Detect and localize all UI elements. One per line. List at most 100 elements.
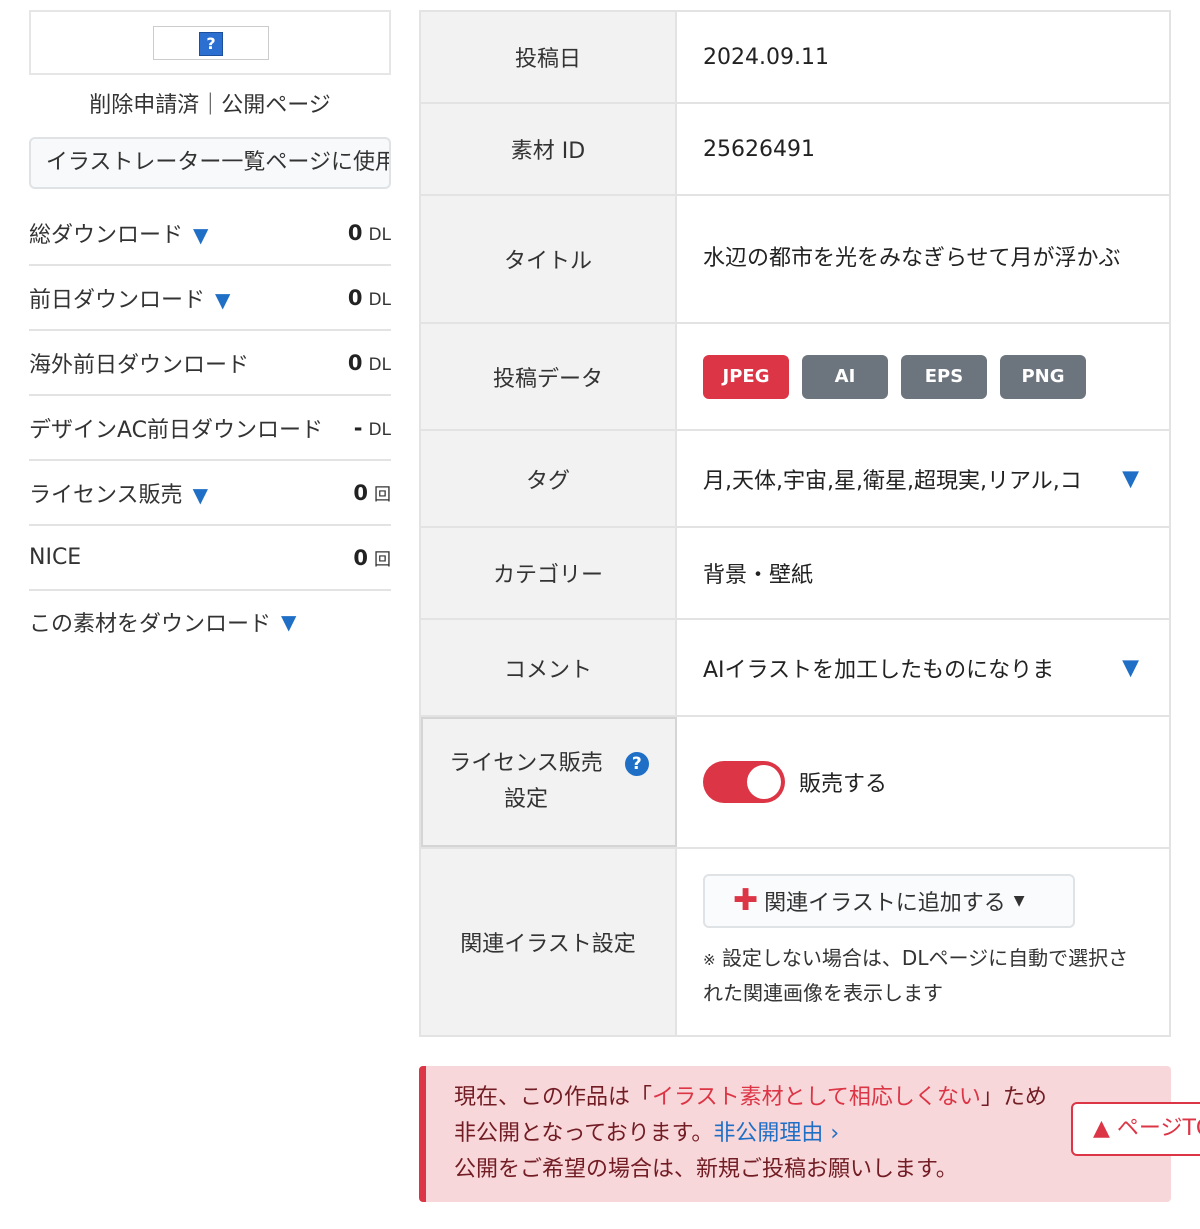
post-date-value: 2024.09.11 (703, 44, 829, 70)
related-note: ※ 設定しない場合は、DLページに自動で選択された関連画像を表示します (703, 942, 1133, 1010)
stat-value: 0 (347, 350, 363, 375)
row-material-id: 素材 ID 25626491 (421, 104, 1169, 196)
stat-value: 0 (353, 481, 368, 505)
plus-icon: ✚ (733, 883, 759, 918)
material-details-table: 投稿日 2024.09.11 素材 ID 25626491 タイトル 水辺の都市… (419, 10, 1171, 1037)
category-value: 背景・壁紙 (703, 563, 814, 588)
stat-unit: DL (368, 354, 391, 375)
question-icon: ? (199, 32, 223, 56)
unpublish-reason-link[interactable]: 非公開理由 › (713, 1121, 839, 1146)
add-related-illust-label: 関連イラストに追加する (764, 891, 1006, 916)
stat-label: ライセンス販売 (29, 482, 183, 508)
help-icon[interactable]: ? (624, 752, 649, 776)
stat-designac-downloads: デザインAC前日ダウンロード - DL (29, 396, 391, 461)
material-id-value: 25626491 (703, 136, 815, 162)
alert-line-2: 非公開となっております。非公開理由 › (454, 1116, 1171, 1152)
row-related-illust: 関連イラスト設定 ✚ 関連イラストに追加する ▼ ※ 設定しない場合は、DLペー… (421, 849, 1169, 1035)
material-id-label: 素材 ID (421, 104, 677, 194)
add-related-illust-button[interactable]: ✚ 関連イラストに追加する ▼ (703, 874, 1075, 928)
format-badges: JPEG AI EPS PNG (677, 324, 1169, 429)
tags-cell: 月,天体,宇宙,星,衛星,超現実,リアル,コ ▼ (677, 431, 1169, 526)
license-setting-label: ライセンス販売 設定 ? (421, 717, 677, 847)
tags-label: タグ (421, 431, 677, 526)
stat-value: - (353, 415, 363, 440)
thumbnail-frame: ? (29, 10, 391, 75)
alert-text: 現在、この作品は「 (454, 1085, 653, 1110)
alert-highlight: イラスト素材として相応しくない (652, 1085, 981, 1110)
license-label-line1: ライセンス販売 (449, 751, 603, 776)
download-material-label: この素材をダウンロード (29, 612, 272, 637)
format-badge-eps[interactable]: EPS (901, 354, 987, 399)
download-stats: 総ダウンロード ▼ 0 DL 前日ダウンロード ▼ 0 DL 海外前日ダウンロード 0D… (29, 201, 391, 653)
stat-unit: 回 (374, 485, 391, 505)
comment-value: AIイラストを加工したものになりま (703, 657, 1055, 683)
alert-line-3: 公開をご希望の場合は、新規ご投稿お願いします。 (454, 1157, 958, 1182)
stat-total-downloads: 総ダウンロード ▼ 0 DL (29, 201, 391, 266)
note-mark: ※ (703, 951, 716, 969)
title-value: 水辺の都市を光をみなぎらせて月が浮かぶ (677, 196, 1169, 322)
publication-status: 削除申請済｜公開ページ (89, 93, 331, 118)
license-toggle-label: 販売する (799, 772, 888, 797)
thumbnail-image[interactable]: ? (153, 26, 269, 60)
stat-yesterday-downloads: 前日ダウンロード ▼ 0 DL (29, 266, 391, 331)
expand-icon[interactable]: ▼ (193, 223, 208, 247)
license-setting-text: ライセンス販売 設定 (449, 746, 603, 818)
stat-value: 0 (347, 285, 363, 310)
stat-unit: DL (368, 224, 391, 245)
stat-label: 総ダウンロード (29, 222, 184, 248)
format-badge-png[interactable]: PNG (1000, 354, 1086, 399)
stat-value: 0 (347, 220, 363, 245)
comment-label: コメント (421, 620, 677, 715)
chevron-right-icon: › (830, 1121, 840, 1146)
stat-value: 0 (353, 546, 368, 570)
alert-line-1: 現在、この作品は「イラスト素材として相応しくない」ため (454, 1080, 1171, 1116)
row-post-date: 投稿日 2024.09.11 (421, 12, 1169, 104)
stat-overseas-downloads: 海外前日ダウンロード 0 DL (29, 331, 391, 396)
title-label: タイトル (421, 196, 677, 322)
row-tags: タグ 月,天体,宇宙,星,衛星,超現実,リアル,コ ▼ (421, 431, 1169, 528)
comment-cell: AIイラストを加工したものになりま ▼ (677, 620, 1169, 715)
post-data-label: 投稿データ (421, 324, 677, 429)
tags-expand-icon[interactable]: ▼ (1122, 466, 1139, 491)
expand-icon[interactable]: ▼ (281, 610, 296, 634)
expand-icon[interactable]: ▼ (193, 483, 208, 507)
post-date-label: 投稿日 (421, 12, 677, 102)
comment-expand-icon[interactable]: ▼ (1122, 655, 1139, 680)
row-post-data: 投稿データ JPEG AI EPS PNG (421, 324, 1169, 431)
stat-label: デザインAC前日ダウンロード (29, 417, 324, 443)
unpublished-alert: 現在、この作品は「イラスト素材として相応しくない」ため 非公開となっております。… (419, 1066, 1171, 1202)
stat-unit: DL (368, 419, 391, 440)
row-title: タイトル 水辺の都市を光をみなぎらせて月が浮かぶ (421, 196, 1169, 324)
illustrator-list-button-label: イラストレーター一覧ページに使用 (45, 150, 391, 175)
download-material-link[interactable]: この素材をダウンロード ▼ (29, 591, 391, 653)
related-illust-cell: ✚ 関連イラストに追加する ▼ ※ 設定しない場合は、DLページに自動で選択され… (677, 849, 1169, 1035)
stat-label: 海外前日ダウンロード (29, 352, 250, 378)
row-category: カテゴリー 背景・壁紙 (421, 528, 1169, 620)
related-note-text: 設定しない場合は、DLページに自動で選択された関連画像を表示します (703, 946, 1129, 1005)
stat-license-sales: ライセンス販売 ▼ 0回 (29, 461, 391, 526)
stat-unit: 回 (374, 550, 391, 570)
stat-label: NICE (29, 545, 82, 570)
unpublish-reason-label: 非公開理由 (713, 1121, 824, 1146)
license-toggle-cell: 販売する (677, 717, 1169, 847)
expand-icon[interactable]: ▼ (215, 288, 230, 312)
category-label: カテゴリー (421, 528, 677, 618)
caret-down-icon: ▼ (1013, 893, 1025, 909)
row-comment: コメント AIイラストを加工したものになりま ▼ (421, 620, 1169, 717)
license-sale-toggle[interactable] (703, 761, 785, 803)
sidebar: ? 削除申請済｜公開ページ イラストレーター一覧ページに使用 総ダウンロード ▼ … (29, 10, 391, 653)
page-top-button[interactable]: ▲ ページTOP (1071, 1102, 1200, 1156)
alert-text: 」ため (980, 1085, 1047, 1110)
stat-nice: NICE 0回 (29, 526, 391, 591)
toggle-knob (747, 765, 781, 799)
row-license-setting: ライセンス販売 設定 ? 販売する (421, 717, 1169, 849)
format-badge-jpeg[interactable]: JPEG (703, 354, 789, 399)
illustrator-list-button[interactable]: イラストレーター一覧ページに使用 (29, 137, 391, 189)
format-badge-ai[interactable]: AI (802, 354, 888, 399)
license-label-line2: 設定 (503, 787, 548, 812)
title-text: 水辺の都市を光をみなぎらせて月が浮かぶ (703, 246, 1121, 271)
related-illust-label: 関連イラスト設定 (421, 849, 677, 1035)
stat-label: 前日ダウンロード (29, 287, 206, 313)
alert-text: 非公開となっております。 (454, 1121, 714, 1146)
stat-unit: DL (368, 289, 391, 310)
